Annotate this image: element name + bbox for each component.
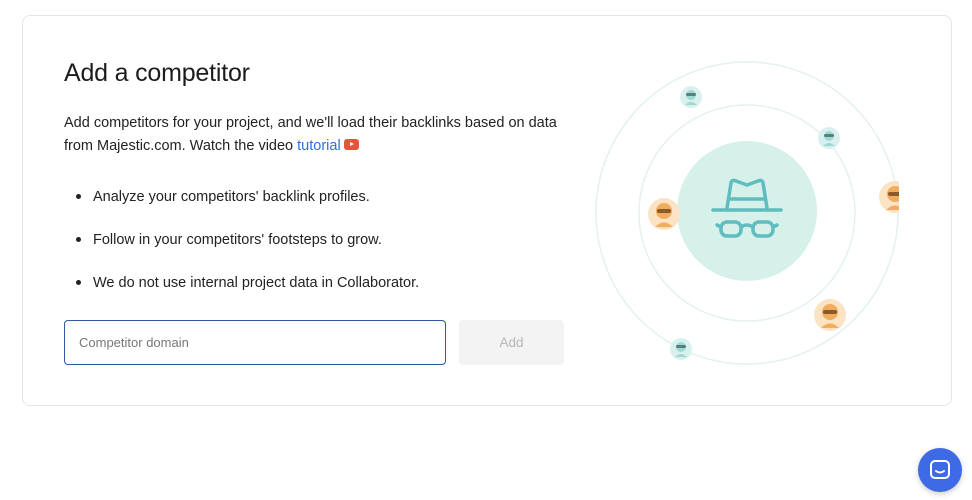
- list-item: Follow in your competitors' footsteps to…: [64, 229, 419, 272]
- tutorial-link[interactable]: tutorial: [297, 138, 341, 154]
- add-button[interactable]: Add: [459, 320, 564, 365]
- competitors-orbit-illustration: [595, 61, 899, 365]
- chat-bubble-icon: [930, 460, 950, 479]
- page-title: Add a competitor: [64, 59, 250, 87]
- avatar-orange-bottom: [814, 299, 846, 331]
- add-competitor-card: Add a competitor Add competitors for you…: [22, 15, 952, 406]
- list-item: We do not use internal project data in C…: [64, 272, 419, 315]
- chat-widget-button[interactable]: [918, 448, 962, 492]
- video-play-icon[interactable]: [343, 139, 359, 150]
- description: Add competitors for your project, and we…: [64, 112, 564, 158]
- avatar-small-teal-2: [818, 127, 840, 149]
- avatar-small-teal-3: [670, 338, 692, 360]
- avatar-orange-left: [648, 198, 680, 230]
- avatar-orange-right: [879, 181, 899, 213]
- avatar-small-teal-1: [680, 86, 702, 108]
- benefits-list: Analyze your competitors' backlink profi…: [64, 186, 419, 315]
- competitor-domain-input[interactable]: [64, 320, 446, 365]
- list-item: Analyze your competitors' backlink profi…: [64, 186, 419, 229]
